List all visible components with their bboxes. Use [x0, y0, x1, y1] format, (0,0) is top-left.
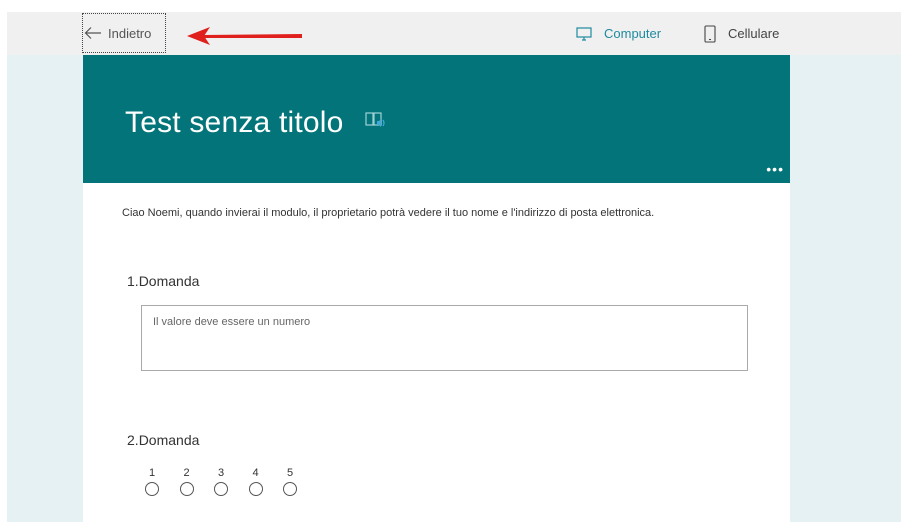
rating-scale: 1 2 3 4 5 — [145, 467, 318, 496]
identity-notice: Ciao Noemi, quando invierai il modulo, i… — [122, 207, 655, 219]
rating-option-5[interactable]: 5 — [283, 467, 318, 496]
question-1-title: 1.Domanda — [127, 273, 199, 289]
rating-number: 2 — [183, 467, 190, 479]
rating-number: 5 — [287, 467, 294, 479]
number-answer-input[interactable] — [151, 315, 735, 329]
back-button[interactable]: Indietro — [82, 13, 166, 53]
rating-number: 3 — [218, 467, 225, 479]
view-mobile-button[interactable]: Cellulare — [704, 12, 779, 55]
rating-radio[interactable] — [179, 482, 194, 496]
question-2-title: 2.Domanda — [127, 432, 199, 448]
monitor-icon — [576, 26, 592, 41]
back-label: Indietro — [108, 25, 152, 41]
rating-radio[interactable] — [248, 482, 263, 496]
rating-option-4[interactable]: 4 — [248, 467, 284, 496]
form-title: Test senza titolo — [125, 106, 344, 139]
rating-radio[interactable] — [214, 482, 228, 496]
back-arrow-icon — [84, 27, 101, 39]
view-computer-label: Computer — [604, 26, 662, 41]
rating-radio[interactable] — [283, 482, 297, 496]
answer-box[interactable] — [141, 305, 748, 371]
rating-option-1[interactable]: 1 — [145, 467, 180, 496]
form-header: Test senza titolo ••• — [83, 55, 790, 183]
view-mobile-label: Cellulare — [728, 26, 780, 41]
phone-icon — [704, 24, 716, 43]
rating-option-2[interactable]: 2 — [179, 467, 215, 496]
question-text: Domanda — [138, 432, 200, 448]
view-computer-button[interactable]: Computer — [576, 12, 661, 55]
red-arrow-annotation-icon — [187, 27, 302, 45]
rating-number: 1 — [149, 467, 156, 479]
rating-option-3[interactable]: 3 — [214, 467, 249, 496]
form-card: Test senza titolo ••• Ciao Noemi, quando… — [83, 55, 790, 522]
rating-number: 4 — [252, 467, 259, 479]
question-number: 2. — [127, 432, 139, 448]
question-text: Domanda — [138, 273, 200, 289]
rating-radio[interactable] — [145, 482, 159, 496]
immersive-reader-icon[interactable] — [365, 111, 387, 133]
more-options-icon[interactable]: ••• — [766, 161, 784, 177]
question-number: 1. — [127, 273, 139, 289]
